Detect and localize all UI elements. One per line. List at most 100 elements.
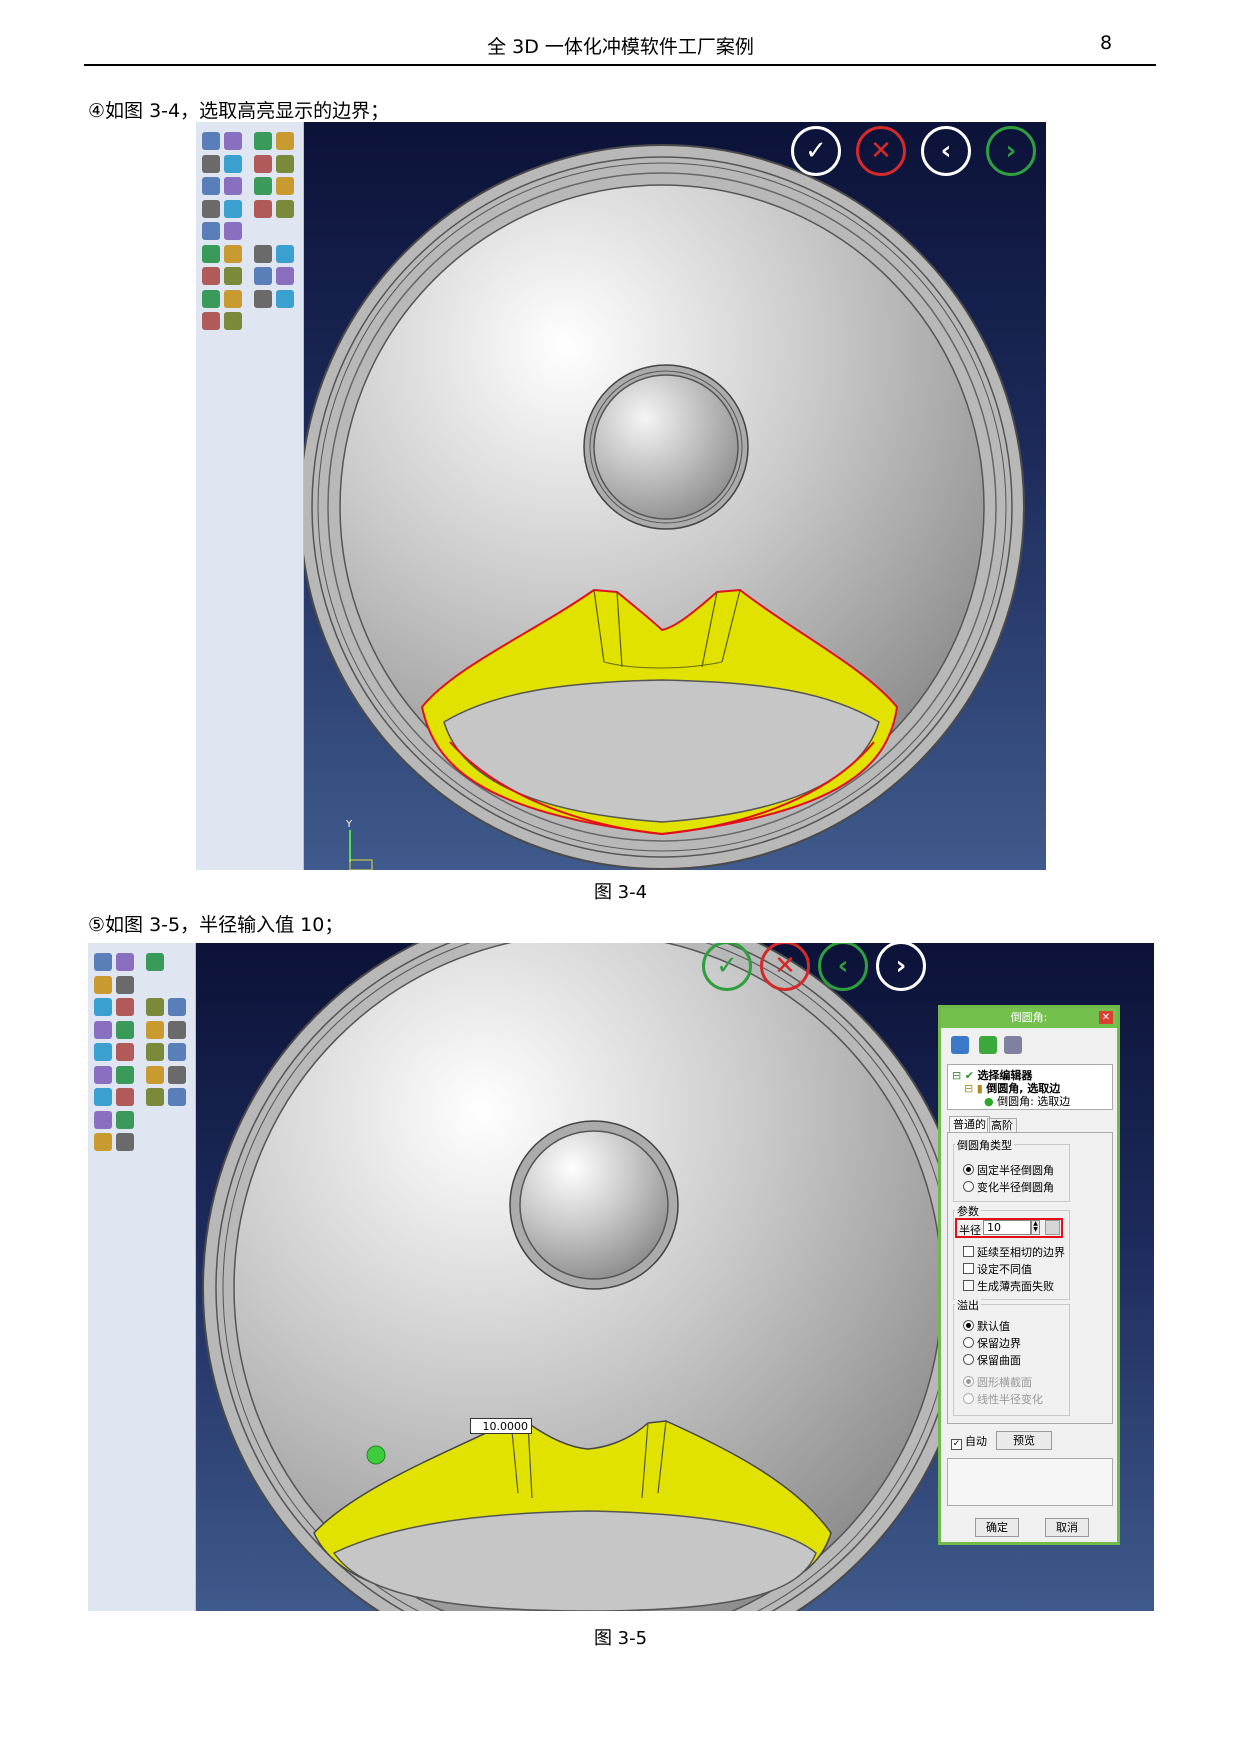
toolbar-tool-icon[interactable] [146,1020,164,1039]
toolbar-tool-icon[interactable] [224,154,242,173]
toolbar-tool-icon[interactable] [116,1133,134,1151]
check-tangent-continue[interactable]: 延续至相切的边界 [963,1244,1065,1260]
hub-face [593,374,739,520]
toolbar-tool-icon[interactable] [116,1020,134,1039]
toolbar-tool-icon[interactable] [116,1043,134,1061]
toolbar-tool-icon[interactable] [168,1088,186,1106]
toolbar-tool-icon[interactable] [254,199,272,218]
toolbar-tool-icon[interactable] [276,199,294,218]
toolbar-tool-icon[interactable] [202,154,220,173]
prev-step-button[interactable]: ‹ [921,126,971,176]
figure-3-5-screenshot: 10.0000 ✓ ✕ ‹ › 倒圆角: ✕ ⊟ ✔ 选择编辑器 ⊟ ▮ 倒圆角… [88,943,1154,1611]
toolbar-tool-icon[interactable] [94,975,112,994]
toolbar-tool-icon[interactable] [146,1043,164,1061]
option-linear-radius: 线性半径变化 [963,1391,1043,1407]
radius-value-tag[interactable]: 10.0000 [470,1418,532,1434]
ok-button[interactable]: 确定 [975,1518,1019,1537]
toolbar-tool-icon[interactable] [276,244,294,263]
toolbar-tool-icon[interactable] [168,1020,186,1039]
radius-spinner[interactable]: ▲ ▼ [1031,1220,1040,1235]
option-variable-radius[interactable]: 变化半径倒圆角 [963,1179,1054,1195]
tab-advanced[interactable]: 高阶 [987,1118,1017,1133]
toolbar-tool-icon[interactable] [224,177,242,195]
toolbar-tool-icon[interactable] [224,244,242,263]
radius-input[interactable]: 10 [983,1220,1031,1235]
check-shell-failure[interactable]: 生成薄壳面失败 [963,1278,1054,1294]
toolbar-tool-icon[interactable] [224,312,242,330]
toolbar-tool-icon[interactable] [254,244,272,263]
toolbar-tool-icon[interactable] [146,998,164,1016]
toolbar-tool-icon[interactable] [94,1133,112,1151]
prev-step-button-2[interactable]: ‹ [818,943,868,991]
toolbar-tool-icon[interactable] [168,1065,186,1084]
toolbar-tool-icon[interactable] [168,1043,186,1061]
tab-normal[interactable]: 普通的 [949,1116,990,1133]
toolbar-tool-icon[interactable] [202,177,220,195]
confirm-ok-button-2[interactable]: ✓ [702,943,752,991]
toolbar-tool-icon[interactable] [254,154,272,173]
toolbar-tool-icon[interactable] [254,132,272,150]
toolbar-tool-icon[interactable] [94,1020,112,1039]
toolbar-tool-icon[interactable] [202,199,220,218]
toolbar-tool-icon[interactable] [94,1110,112,1129]
toolbar-tool-icon[interactable] [202,222,220,240]
toolbar-tool-icon[interactable] [116,1110,134,1129]
toolbar-tool-icon[interactable] [94,1065,112,1084]
page-number: 8 [1100,32,1113,54]
check-different-values[interactable]: 设定不同值 [963,1261,1032,1277]
undo-icon[interactable] [951,1036,969,1054]
toolbar-tool-icon[interactable] [224,222,242,240]
toolbar-tool-icon[interactable] [224,199,242,218]
3d-viewport-2[interactable]: 10.0000 ✓ ✕ ‹ › 倒圆角: ✕ ⊟ ✔ 选择编辑器 ⊟ ▮ 倒圆角… [196,943,1154,1611]
toolbar-tool-icon[interactable] [146,1065,164,1084]
toolbar-tool-icon[interactable] [146,1088,164,1106]
overflow-default[interactable]: 默认值 [963,1318,1010,1334]
option-fixed-radius[interactable]: 固定半径倒圆角 [963,1162,1054,1178]
toolbar-tool-icon[interactable] [94,1088,112,1106]
toolbar-tool-icon[interactable] [94,998,112,1016]
figure-3-4-screenshot: Y ✓ ✕ ‹ › [196,122,1046,870]
toolbar-tool-icon[interactable] [276,267,294,285]
toolbar-tool-icon[interactable] [254,289,272,308]
save-icon[interactable] [1004,1036,1022,1054]
toolbar-tool-icon[interactable] [202,132,220,150]
toolbar-tool-icon[interactable] [202,267,220,285]
toolbar-tool-icon[interactable] [254,177,272,195]
auto-checkbox[interactable]: ✓ 自动 [951,1433,987,1450]
overflow-keep-surface[interactable]: 保留曲面 [963,1352,1021,1368]
refresh-icon[interactable] [978,1036,997,1054]
preview-button[interactable]: 预览 [996,1431,1052,1450]
toolbar-tool-icon[interactable] [116,1065,134,1084]
toolbar-tool-icon[interactable] [116,975,134,994]
toolbar-tool-icon[interactable] [202,312,220,330]
confirm-cancel-button-2[interactable]: ✕ [760,943,810,991]
toolbar-tool-icon[interactable] [146,953,164,971]
pick-tool-icon[interactable] [1045,1220,1060,1235]
toolbar-tool-icon[interactable] [202,289,220,308]
toolbar-tool-icon[interactable] [254,267,272,285]
tree-leaf[interactable]: ● 倒圆角: 选取边 [984,1093,1070,1109]
next-step-button[interactable]: › [986,126,1036,176]
cancel-button[interactable]: 取消 [1045,1518,1089,1537]
selection-tree[interactable]: ⊟ ✔ 选择编辑器 ⊟ ▮ 倒圆角, 选取边 ● 倒圆角: 选取边 [947,1064,1113,1110]
confirm-cancel-button[interactable]: ✕ [856,126,906,176]
toolbar-tool-icon[interactable] [94,953,112,971]
toolbar-tool-icon[interactable] [116,998,134,1016]
next-step-button-2[interactable]: › [876,943,926,991]
confirm-ok-button[interactable]: ✓ [791,126,841,176]
toolbar-tool-icon[interactable] [224,289,242,308]
toolbar-tool-icon[interactable] [276,132,294,150]
toolbar-tool-icon[interactable] [224,267,242,285]
dialog-close-button[interactable]: ✕ [1099,1011,1113,1024]
toolbar-tool-icon[interactable] [224,132,242,150]
toolbar-tool-icon[interactable] [116,953,134,971]
toolbar-tool-icon[interactable] [276,154,294,173]
toolbar-tool-icon[interactable] [276,177,294,195]
toolbar-tool-icon[interactable] [94,1043,112,1061]
toolbar-tool-icon[interactable] [202,244,220,263]
toolbar-tool-icon[interactable] [168,998,186,1016]
3d-viewport[interactable]: Y ✓ ✕ ‹ › [304,122,1046,870]
overflow-keep-edge[interactable]: 保留边界 [963,1335,1021,1351]
toolbar-tool-icon[interactable] [116,1088,134,1106]
toolbar-tool-icon[interactable] [276,289,294,308]
